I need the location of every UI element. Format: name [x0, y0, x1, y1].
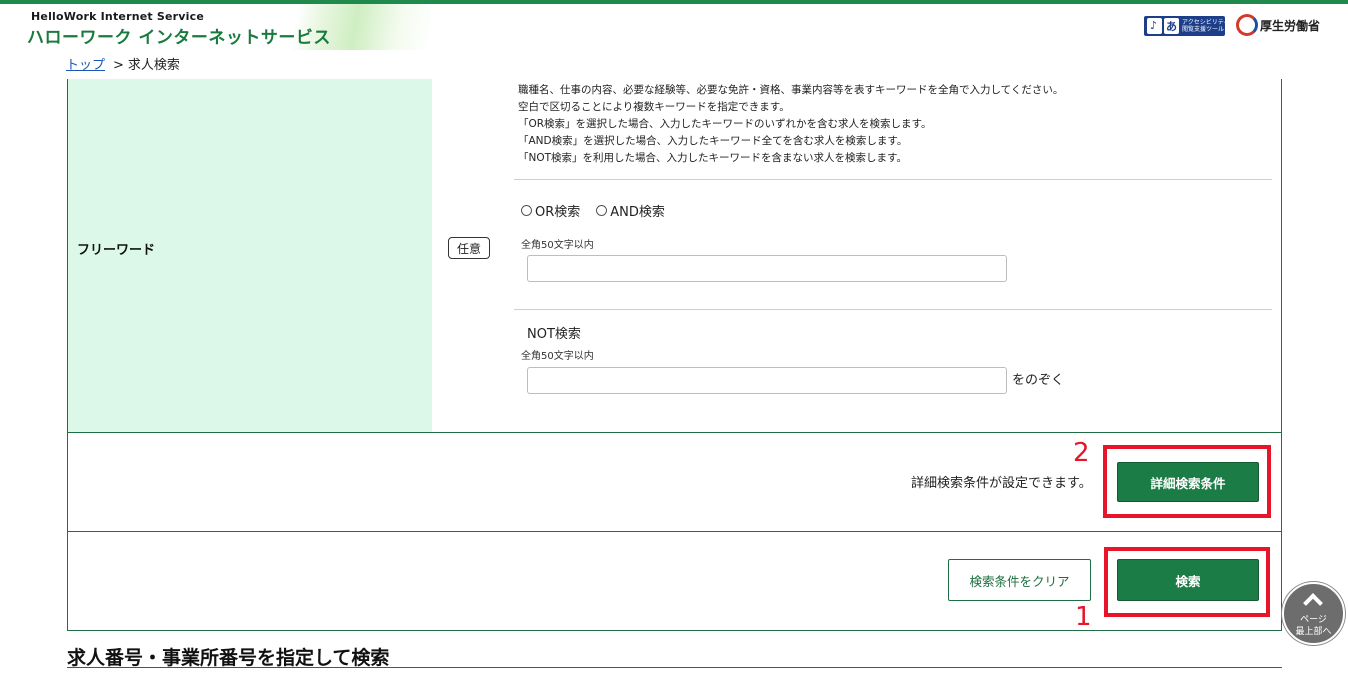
- divider: [514, 179, 1272, 180]
- help-line: 「NOT検索」を利用した場合、入力したキーワードを含まない求人を検索します。: [518, 152, 907, 164]
- speaker-icon: ♪: [1147, 18, 1162, 34]
- detail-condition-text: 詳細検索条件が設定できます。: [911, 476, 1092, 491]
- logo-english: HelloWork Internet Service: [31, 10, 205, 23]
- hiragana-icon: あ: [1164, 18, 1179, 34]
- breadcrumb: トップ > 求人検索: [66, 54, 180, 73]
- accessibility-tool-button[interactable]: ♪ あ アクセシビリティ 閲覧支援ツール: [1144, 16, 1229, 36]
- annotation-frame-2: [1103, 445, 1271, 518]
- keyword-hint: 全角50文字以内: [521, 240, 594, 251]
- section-title: 求人番号・事業所番号を指定して検索: [67, 647, 390, 669]
- annotation-frame-1: [1104, 547, 1270, 617]
- page-top-button[interactable]: ページ 最上部へ: [1282, 582, 1345, 645]
- ministry-name: 厚生労働省: [1260, 19, 1321, 33]
- page-top-label-2: 最上部へ: [1295, 627, 1332, 637]
- ministry-logo[interactable]: 厚生労働省: [1236, 13, 1320, 39]
- freeword-label: フリーワード: [77, 243, 156, 258]
- help-line: 職種名、仕事の内容、必要な経験等、必要な免許・資格、事業内容等を表すキーワードを…: [518, 84, 1064, 96]
- site-header: HelloWork Internet Service ハローワーク インターネッ…: [0, 4, 1348, 50]
- breadcrumb-separator: >: [113, 58, 124, 73]
- clear-conditions-button[interactable]: 検索条件をクリア: [948, 559, 1091, 601]
- search-mode-radio-group: OR検索 AND検索: [521, 201, 665, 220]
- breadcrumb-top-link[interactable]: トップ: [66, 58, 105, 73]
- not-hint: 全角50文字以内: [521, 351, 594, 362]
- optional-badge: 任意: [448, 237, 490, 259]
- divider: [514, 309, 1272, 310]
- radio-circle-icon[interactable]: [521, 205, 532, 216]
- freeword-label-cell: フリーワード: [68, 79, 432, 432]
- logo-japanese: ハローワーク インターネットサービス: [27, 28, 331, 48]
- annotation-number-2: 2: [1073, 438, 1090, 468]
- freeword-row: フリーワード 任意 職種名、仕事の内容、必要な経験等、必要な免許・資格、事業内容…: [67, 79, 1282, 433]
- help-line: 「OR検索」を選択した場合、入力したキーワードのいずれかを含む求人を検索します。: [518, 118, 932, 130]
- help-line: 空白で区切ることにより複数キーワードを指定できます。: [518, 101, 790, 113]
- radio-or-search[interactable]: OR検索: [521, 201, 580, 220]
- site-logo[interactable]: HelloWork Internet Service ハローワーク インターネッ…: [0, 4, 430, 50]
- freeword-input[interactable]: [527, 255, 1007, 282]
- radio-and-search[interactable]: AND検索: [596, 201, 665, 220]
- chevron-up-icon: [1303, 593, 1323, 613]
- annotation-number-1: 1: [1075, 602, 1092, 632]
- exclude-suffix: をのぞく: [1012, 373, 1065, 388]
- not-search-title: NOT検索: [527, 327, 581, 342]
- accessibility-text: アクセシビリティ 閲覧支援ツール: [1182, 19, 1230, 33]
- freeword-help: 職種名、仕事の内容、必要な経験等、必要な免許・資格、事業内容等を表すキーワードを…: [518, 82, 1063, 167]
- section-border: [67, 667, 1282, 668]
- detail-condition-row: 詳細検索条件が設定できます。 詳細検索条件: [67, 432, 1282, 532]
- search-action-row: 検索条件をクリア 検索: [67, 531, 1282, 631]
- breadcrumb-current: 求人検索: [127, 58, 180, 73]
- not-keyword-input[interactable]: [527, 367, 1007, 394]
- radio-circle-icon[interactable]: [596, 205, 608, 216]
- ministry-mark-icon: [1236, 14, 1258, 36]
- help-line: 「AND検索」を選択した場合、入力したキーワード全てを含む求人を検索します。: [518, 135, 908, 147]
